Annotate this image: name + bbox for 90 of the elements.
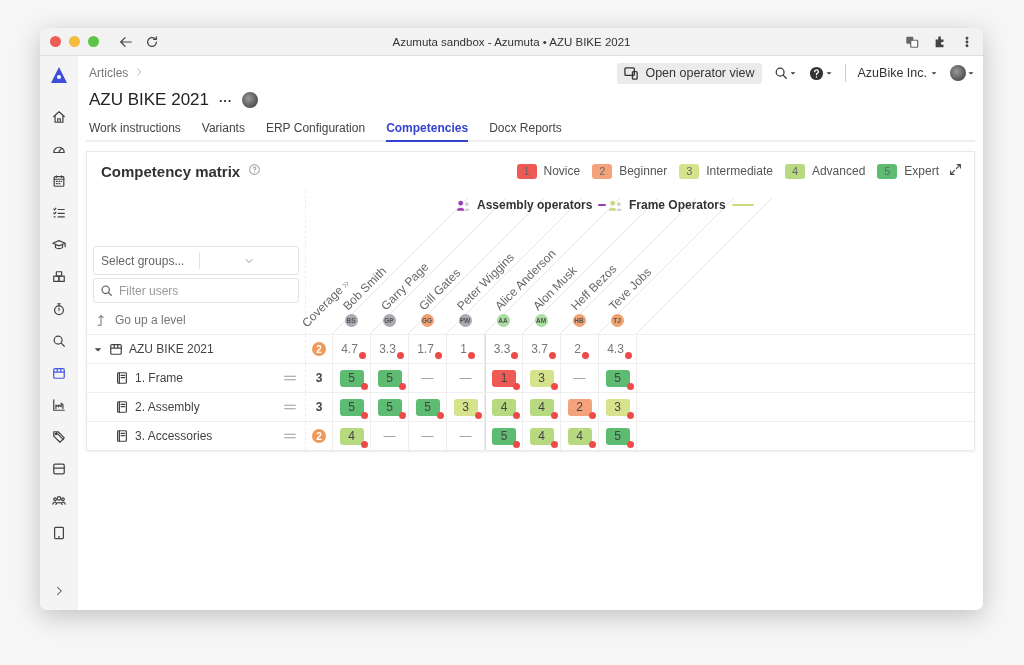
group-name: Assembly operators: [477, 198, 593, 212]
average-score: 4.7: [341, 342, 362, 356]
empty-score: —: [459, 371, 472, 385]
package-icon: [52, 462, 66, 476]
window-title: Azumuta sandbox - Azumuta • AZU BIKE 2021: [392, 35, 631, 48]
open-operator-view-button[interactable]: Open operator view: [617, 62, 762, 84]
go-up-link[interactable]: Go up a level: [93, 306, 299, 334]
tab[interactable]: Work instructions: [89, 117, 181, 142]
people-icon: [52, 494, 66, 508]
book-icon: [115, 400, 129, 414]
card-title: Competency matrix: [101, 162, 241, 180]
row-label[interactable]: 1. Frame: [135, 371, 277, 385]
help-icon: [248, 163, 262, 176]
expand-icon: [949, 163, 962, 176]
breadcrumb-link[interactable]: Articles: [89, 66, 129, 80]
logo-icon: [50, 66, 68, 84]
row-label[interactable]: 2. Assembly: [135, 400, 277, 414]
coverage-count: 3: [315, 371, 323, 385]
graduation-cap-icon: [52, 238, 66, 252]
coverage-warning-badge: 2: [312, 429, 326, 443]
average-score: 1: [460, 342, 471, 356]
legend-label: Intermediate: [706, 164, 773, 178]
average-score: 3.3: [379, 342, 400, 356]
caret-icon: [824, 69, 833, 77]
empty-score: —: [421, 429, 434, 443]
empty-score: —: [573, 371, 586, 385]
tab[interactable]: Variants: [201, 117, 245, 142]
more-button[interactable]: ···: [219, 92, 232, 108]
reload-icon: [145, 34, 159, 49]
tab[interactable]: Competencies: [386, 117, 469, 142]
filter-users-field[interactable]: Filter users: [93, 278, 299, 303]
group-icon: [608, 198, 623, 212]
search-icon: [100, 284, 113, 297]
tab[interactable]: Docx Reports: [489, 117, 562, 142]
boxes-icon: [52, 270, 66, 284]
tab[interactable]: ERP Configuration: [265, 117, 366, 142]
group-select[interactable]: Select groups...: [93, 246, 299, 275]
level-swatch: 2: [592, 163, 613, 179]
level-swatch: 4: [784, 163, 805, 179]
book-icon: [115, 371, 129, 385]
caret-icon: [930, 69, 938, 77]
search-button[interactable]: [773, 66, 797, 80]
level-swatch: 5: [877, 163, 898, 179]
stopwatch-icon: [52, 302, 66, 316]
level-swatch: 3: [679, 163, 700, 179]
user-menu[interactable]: [950, 65, 975, 81]
devices-icon: [624, 65, 640, 81]
group-name: Frame Operators: [629, 198, 726, 212]
row-label[interactable]: 3. Accessories: [135, 429, 277, 443]
average-score: 3.3: [493, 342, 515, 356]
close-button[interactable]: [50, 36, 61, 47]
level-swatch: 1: [516, 163, 537, 179]
factory-chart-icon: [52, 398, 66, 412]
average-score: 1.7: [417, 342, 438, 356]
caret-icon: [967, 69, 975, 77]
book-icon: [115, 429, 129, 443]
empty-score: —: [383, 429, 396, 443]
caret-icon: [788, 69, 797, 77]
average-score: 2: [574, 342, 585, 356]
home-icon: [52, 110, 66, 124]
average-score: 3.7: [531, 342, 552, 356]
translate-icon: [905, 34, 919, 49]
coverage-count: 3: [315, 400, 323, 414]
legend-label: Beginner: [619, 164, 668, 178]
average-score: 4.3: [607, 342, 628, 356]
search-icon: [52, 334, 66, 348]
calendar-icon: [52, 174, 66, 188]
legend-label: Novice: [543, 164, 581, 178]
company-dropdown[interactable]: AzuBike Inc.: [857, 66, 938, 80]
coverage-warning-badge: 2: [312, 342, 326, 356]
box-icon: [52, 366, 66, 380]
article-title: AZU BIKE 2021: [89, 90, 209, 110]
group-icon: [456, 198, 471, 212]
help-button[interactable]: [808, 65, 833, 81]
empty-score: —: [459, 429, 472, 443]
tags-icon: [52, 430, 66, 444]
legend-label: Advanced: [811, 164, 866, 178]
level-up-icon: [95, 313, 107, 327]
avatar: [950, 65, 966, 81]
checklist-icon: [52, 206, 66, 220]
legend-label: Expert: [904, 164, 939, 178]
tablet-icon: [52, 526, 66, 540]
help-icon: [808, 65, 824, 81]
empty-score: —: [421, 371, 434, 385]
search-icon: [773, 66, 788, 80]
back-arrow-icon: [119, 34, 133, 49]
row-label[interactable]: AZU BIKE 2021: [129, 342, 305, 356]
puzzle-icon: [933, 34, 947, 49]
avatar: [242, 92, 258, 108]
box-icon: [109, 342, 123, 356]
